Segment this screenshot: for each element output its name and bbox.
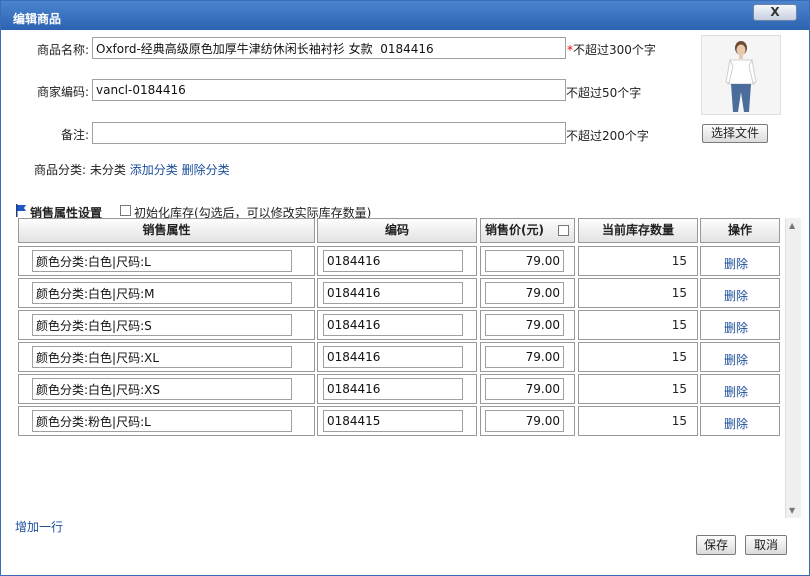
product-name-input[interactable] xyxy=(92,37,566,59)
row-code-cell xyxy=(317,278,477,308)
sales-attr-input[interactable] xyxy=(32,410,292,432)
row-stock-cell: 15 xyxy=(578,278,698,308)
close-button[interactable]: X xyxy=(753,4,797,21)
stock-value: 15 xyxy=(671,318,687,332)
note-label: 备注: xyxy=(60,128,89,142)
sku-code-input[interactable] xyxy=(323,314,463,336)
sku-code-input[interactable] xyxy=(323,282,463,304)
column-header-price-label: 销售价(元) xyxy=(485,223,544,237)
price-input[interactable] xyxy=(485,346,564,368)
row-attr-cell xyxy=(18,406,315,436)
row-price-cell xyxy=(480,342,575,372)
delete-row-link[interactable]: 删除 xyxy=(724,287,748,304)
delete-row-link[interactable]: 删除 xyxy=(724,319,748,336)
row-action-cell: 删除 xyxy=(700,278,780,308)
delete-row-link[interactable]: 删除 xyxy=(724,255,748,272)
row-action-cell: 删除 xyxy=(700,342,780,372)
row-code-cell xyxy=(317,246,477,276)
row-code-cell xyxy=(317,342,477,372)
sku-code-input[interactable] xyxy=(323,250,463,272)
delete-category-link[interactable]: 删除分类 xyxy=(182,163,230,177)
row-stock-cell: 15 xyxy=(578,246,698,276)
sales-attr-input[interactable] xyxy=(32,314,292,336)
init-stock-checkbox[interactable] xyxy=(120,205,131,216)
row-price-cell xyxy=(480,406,575,436)
category-value: 未分类 xyxy=(89,163,126,177)
price-input[interactable] xyxy=(485,314,564,336)
row-attr-cell xyxy=(18,310,315,340)
column-header-attr[interactable]: 销售属性 xyxy=(18,218,315,243)
choose-file-button[interactable]: 选择文件 xyxy=(702,124,768,143)
sku-code-input[interactable] xyxy=(323,378,463,400)
column-header-price[interactable]: 销售价(元) xyxy=(480,218,575,243)
save-button[interactable]: 保存 xyxy=(696,535,736,555)
price-input[interactable] xyxy=(485,410,564,432)
merchant-code-label: 商家编码: xyxy=(36,85,89,99)
add-category-link[interactable]: 添加分类 xyxy=(130,163,178,177)
column-header-action[interactable]: 操作 xyxy=(700,218,780,243)
delete-row-link[interactable]: 删除 xyxy=(724,383,748,400)
row-code-cell xyxy=(317,406,477,436)
delete-row-link[interactable]: 删除 xyxy=(724,351,748,368)
sku-code-input[interactable] xyxy=(323,410,463,432)
product-image xyxy=(702,36,780,114)
stock-value: 15 xyxy=(671,286,687,300)
price-input[interactable] xyxy=(485,250,564,272)
sales-attr-input[interactable] xyxy=(32,346,292,368)
stock-value: 15 xyxy=(671,254,687,268)
delete-row-link[interactable]: 删除 xyxy=(724,415,748,432)
row-price-cell xyxy=(480,246,575,276)
category-row: 商品分类: 未分类 添加分类 删除分类 xyxy=(34,161,230,178)
row-stock-cell: 15 xyxy=(578,374,698,404)
title-bar[interactable]: 编辑商品 X xyxy=(1,1,809,30)
dialog-body: 商品名称: *不超过300个字 商家编码: 不超过50个字 备注: 不超过200… xyxy=(1,30,809,575)
row-code-cell xyxy=(317,310,477,340)
row-attr-cell xyxy=(18,278,315,308)
scroll-up-arrow-icon[interactable]: ▲ xyxy=(789,221,795,230)
category-label: 商品分类: xyxy=(34,163,87,177)
sales-attr-input[interactable] xyxy=(32,250,292,272)
row-stock-cell: 15 xyxy=(578,342,698,372)
cancel-button[interactable]: 取消 xyxy=(745,535,787,555)
flag-icon xyxy=(16,204,26,217)
add-row-link[interactable]: 增加一行 xyxy=(15,518,63,535)
row-attr-cell xyxy=(18,374,315,404)
row-attr-cell xyxy=(18,342,315,372)
stock-value: 15 xyxy=(671,414,687,428)
row-action-cell: 删除 xyxy=(700,374,780,404)
row-price-cell xyxy=(480,278,575,308)
sku-code-input[interactable] xyxy=(323,346,463,368)
column-header-stock[interactable]: 当前库存数量 xyxy=(578,218,698,243)
column-header-code[interactable]: 编码 xyxy=(317,218,477,243)
price-header-checkbox[interactable] xyxy=(558,225,569,236)
row-action-cell: 删除 xyxy=(700,310,780,340)
product-name-label: 商品名称: xyxy=(36,43,89,57)
stock-value: 15 xyxy=(671,350,687,364)
table-scrollbar[interactable]: ▲ ▼ xyxy=(785,218,801,518)
sales-attr-input[interactable] xyxy=(32,378,292,400)
product-thumbnail xyxy=(701,35,781,115)
row-attr-cell xyxy=(18,246,315,276)
product-name-hint: *不超过300个字 xyxy=(567,41,656,58)
merchant-code-hint: 不超过50个字 xyxy=(566,86,642,100)
row-stock-cell: 15 xyxy=(578,406,698,436)
price-input[interactable] xyxy=(485,282,564,304)
edit-product-dialog: 编辑商品 X 商品名称: *不超过300个字 商家编码: 不超过50个字 备注:… xyxy=(0,0,810,576)
row-action-cell: 删除 xyxy=(700,406,780,436)
note-hint: 不超过200个字 xyxy=(566,129,649,143)
sales-attr-input[interactable] xyxy=(32,282,292,304)
scroll-down-arrow-icon[interactable]: ▼ xyxy=(789,506,795,515)
row-price-cell xyxy=(480,374,575,404)
product-name-hint-text: 不超过300个字 xyxy=(573,43,656,57)
row-action-cell: 删除 xyxy=(700,246,780,276)
note-input[interactable] xyxy=(92,122,566,144)
stock-value: 15 xyxy=(671,382,687,396)
row-code-cell xyxy=(317,374,477,404)
price-input[interactable] xyxy=(485,378,564,400)
row-price-cell xyxy=(480,310,575,340)
dialog-title: 编辑商品 xyxy=(13,12,62,26)
merchant-code-input[interactable] xyxy=(92,79,566,101)
row-stock-cell: 15 xyxy=(578,310,698,340)
